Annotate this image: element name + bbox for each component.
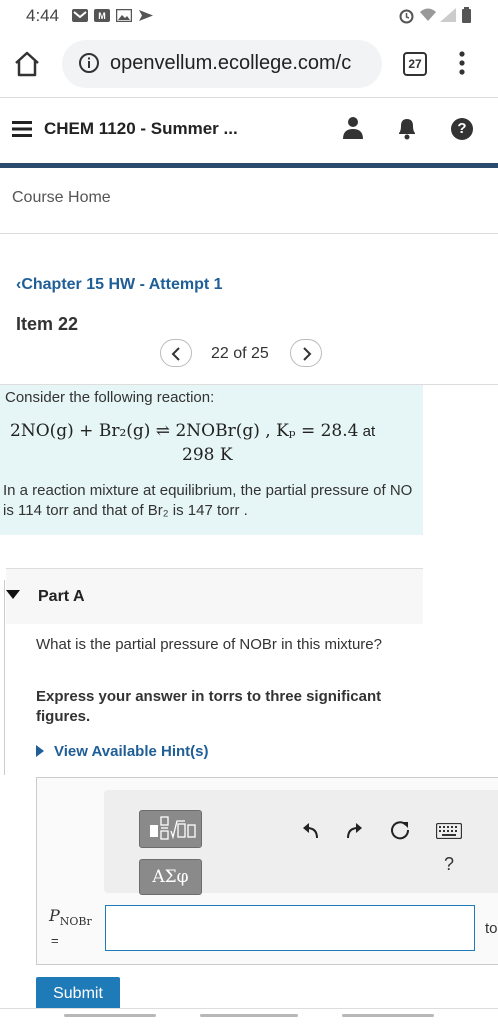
nav-indicator-left — [64, 1014, 156, 1017]
question-text: What is the partial pressure of NOBr in … — [36, 636, 382, 653]
chapter-back-link[interactable]: ‹Chapter 15 HW - Attempt 1 — [16, 276, 223, 294]
more-vert-icon[interactable] — [452, 48, 472, 78]
answer-input[interactable] — [105, 905, 475, 951]
intro-description: In a reaction mixture at equilibrium, th… — [3, 482, 413, 519]
browser-toolbar: openvellum.ecollege.com/c 27 — [0, 30, 498, 98]
help-icon[interactable]: ? — [451, 118, 473, 140]
answer-instructions: Express your answer in torrs to three si… — [36, 688, 382, 725]
previous-item-button[interactable] — [160, 339, 192, 367]
tab-switcher-button[interactable]: 27 — [403, 52, 427, 76]
gmail-icon — [72, 9, 88, 22]
reaction-temperature: 298 K — [182, 445, 233, 465]
view-hints-link[interactable]: View Available Hint(s) — [36, 743, 209, 760]
hamburger-menu-icon[interactable] — [12, 120, 32, 138]
svg-text:M: M — [98, 11, 106, 21]
wifi-icon — [420, 8, 436, 21]
course-title[interactable]: CHEM 1120 - Summer ... — [44, 119, 238, 139]
help-button[interactable]: ? — [444, 854, 454, 875]
answer-variable-main: P — [49, 906, 60, 925]
caret-down-icon — [6, 590, 20, 599]
status-bar: 4:44 M — [0, 0, 498, 30]
answer-panel: ΑΣφ ? PNOBr = to — [36, 777, 498, 965]
part-a-label: Part A — [38, 588, 85, 605]
nav-indicator-center — [200, 1014, 298, 1017]
reset-icon[interactable] — [389, 819, 411, 841]
info-icon[interactable] — [78, 52, 100, 74]
caret-right-icon — [36, 745, 44, 757]
chapter-link-label: Chapter 15 HW - Attempt 1 — [21, 276, 223, 293]
image-icon — [116, 9, 132, 22]
part-left-border — [0, 580, 5, 775]
redo-icon[interactable] — [344, 820, 364, 840]
status-time: 4:44 — [26, 6, 60, 25]
math-toolbar: ΑΣφ ? — [104, 790, 498, 895]
next-item-button[interactable] — [290, 339, 322, 367]
submit-button[interactable]: Submit — [36, 977, 120, 1009]
symbols-button[interactable]: ΑΣφ — [139, 859, 202, 895]
signal-icon — [440, 8, 456, 22]
view-hints-label: View Available Hint(s) — [54, 743, 209, 760]
intro-lead: Consider the following reaction: — [5, 389, 215, 406]
url-text[interactable]: openvellum.ecollege.com/c — [110, 52, 351, 75]
app-header: CHEM 1120 - Summer ... ? — [0, 99, 498, 163]
send-icon — [139, 10, 153, 21]
course-home-row[interactable]: Course Home — [0, 168, 498, 234]
nav-indicator-right — [342, 1014, 434, 1017]
item-title: Item 22 — [16, 314, 79, 334]
bottom-nav-bar — [0, 1008, 498, 1024]
answer-variable-label: PNOBr — [49, 906, 92, 928]
battery-icon — [462, 7, 471, 23]
answer-equals: = — [51, 933, 59, 948]
problem-intro: Consider the following reaction: 2NO(g) … — [0, 385, 423, 535]
keyboard-icon[interactable] — [436, 823, 462, 839]
undo-icon[interactable] — [301, 820, 321, 840]
templates-icon — [150, 816, 196, 840]
user-icon[interactable] — [342, 116, 364, 140]
chevron-right-icon — [303, 347, 312, 361]
mail-icon: M — [94, 9, 110, 22]
answer-variable-sub: NOBr — [59, 915, 92, 929]
pager-position: 22 of 25 — [211, 345, 269, 362]
chevron-left-icon — [171, 347, 180, 361]
address-bar[interactable]: openvellum.ecollege.com/c — [62, 40, 382, 88]
course-home-link[interactable]: Course Home — [12, 189, 111, 207]
reaction-equation: 2NO(g) + Br₂(g) ⇌ 2NOBr(g) , Kₚ = 28.4 a… — [10, 421, 375, 441]
templates-button[interactable] — [139, 810, 202, 848]
part-a-header[interactable]: Part A — [6, 568, 423, 624]
reaction-text: 2NO(g) + Br₂(g) ⇌ 2NOBr(g) , Kₚ = 28.4 — [10, 421, 359, 441]
answer-units: to — [485, 920, 498, 937]
home-icon[interactable] — [12, 50, 42, 78]
alarm-icon — [399, 9, 414, 24]
reaction-at: at — [358, 423, 376, 440]
bell-icon[interactable] — [396, 116, 418, 140]
